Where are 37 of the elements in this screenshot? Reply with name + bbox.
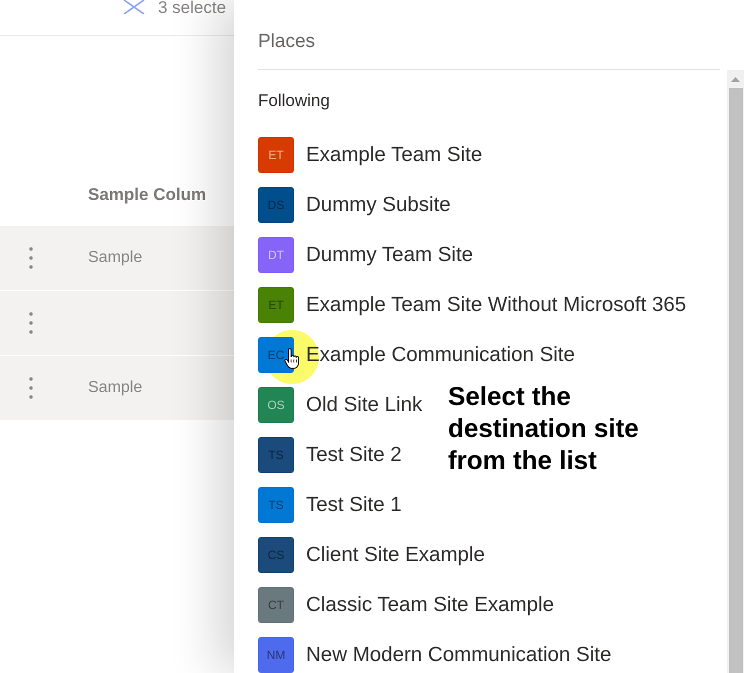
site-logo: DT [258, 237, 294, 273]
table-cell: Sample [88, 378, 142, 398]
site-item[interactable]: DS Dummy Subsite [258, 187, 451, 223]
scrollbar[interactable] [727, 70, 744, 673]
table-cell: Sample [88, 248, 142, 268]
selection-count: 3 selecte [158, 0, 226, 16]
site-item[interactable]: NM New Modern Communication Site [258, 637, 612, 673]
site-item[interactable]: CT Classic Team Site Example [258, 587, 554, 623]
scrollbar-thumb[interactable] [729, 88, 743, 673]
more-options-icon[interactable] [29, 312, 33, 334]
site-logo: ET [258, 137, 294, 173]
site-logo: ET [258, 287, 294, 323]
site-logo: DS [258, 187, 294, 223]
site-item[interactable]: ET Example Team Site Without Microsoft 365 [258, 287, 686, 323]
site-item[interactable]: ET Example Team Site [258, 137, 482, 173]
more-options-icon[interactable] [29, 377, 33, 399]
site-item[interactable]: TS Test Site 1 [258, 487, 402, 523]
site-logo: NM [258, 637, 294, 673]
site-logo: OS [258, 387, 294, 423]
panel-title: Places [258, 0, 720, 70]
site-logo: TS [258, 487, 294, 523]
site-logo: EC [258, 337, 294, 373]
section-heading: Following [258, 90, 331, 112]
hand-cursor-icon [284, 348, 300, 369]
site-logo: CS [258, 537, 294, 573]
site-item[interactable]: OS Old Site Link [258, 387, 422, 423]
site-item[interactable]: TS Test Site 2 [258, 437, 402, 473]
close-icon[interactable] [123, 0, 145, 14]
scroll-up-arrow-icon[interactable] [731, 76, 740, 82]
site-logo: TS [258, 437, 294, 473]
site-item[interactable]: CS Client Site Example [258, 537, 485, 573]
instruction-text: Select the destination site from the list [448, 380, 640, 476]
site-logo: CT [258, 587, 294, 623]
list-row[interactable] [0, 291, 234, 355]
more-options-icon[interactable] [29, 247, 33, 269]
column-header[interactable]: Sample Colum [88, 185, 206, 204]
site-item[interactable]: DT Dummy Team Site [258, 237, 474, 273]
